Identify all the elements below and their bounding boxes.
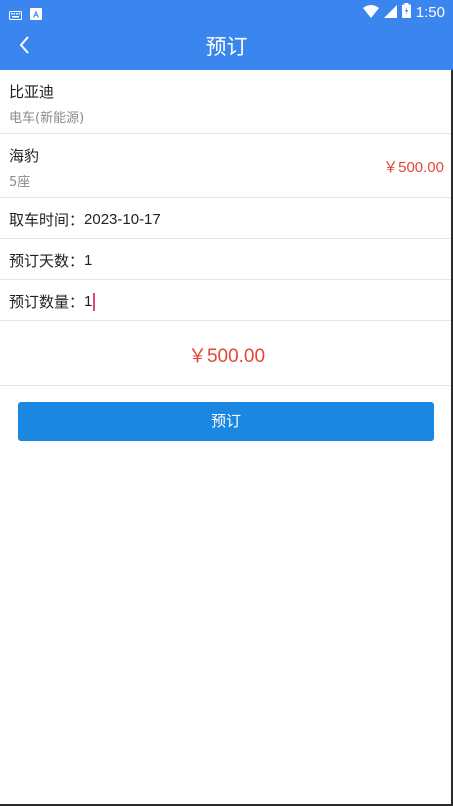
booking-form: 比亚迪 电车(新能源) 海豹 5座 ￥500.00 取车时间： 2023-10-… bbox=[0, 70, 453, 386]
car-category: 电车(新能源) bbox=[9, 111, 85, 126]
status-time: 1:50 bbox=[415, 4, 445, 21]
battery-icon bbox=[401, 3, 411, 22]
pickup-time-label: 取车时间： bbox=[9, 211, 85, 229]
book-button[interactable]: 预订 bbox=[18, 402, 434, 441]
booking-days-label: 预订天数： bbox=[9, 252, 85, 270]
booking-days-row[interactable]: 预订天数： 1 bbox=[0, 239, 453, 280]
pickup-time-value[interactable]: 2023-10-17 bbox=[84, 211, 161, 228]
booking-days-input[interactable]: 1 bbox=[84, 252, 92, 269]
booking-quantity-input[interactable]: 1 bbox=[84, 293, 92, 310]
notification-a-icon bbox=[30, 5, 42, 24]
page-title: 预订 bbox=[205, 35, 248, 59]
total-price: ￥500.00 bbox=[187, 346, 266, 367]
car-seats: 5座 bbox=[9, 175, 31, 190]
car-brand-row: 比亚迪 电车(新能源) bbox=[0, 70, 453, 134]
total-row: ￥500.00 bbox=[0, 321, 453, 386]
status-left-icons bbox=[9, 5, 42, 24]
booking-quantity-label: 预订数量： bbox=[9, 293, 85, 311]
car-brand: 比亚迪 bbox=[9, 83, 55, 101]
daily-price: ￥500.00 bbox=[383, 159, 444, 176]
app-bar: 预订 bbox=[0, 24, 453, 70]
car-model-name: 海豹 bbox=[9, 147, 40, 165]
car-model-row: 海豹 5座 ￥500.00 bbox=[0, 134, 453, 198]
status-bar: 1:50 bbox=[0, 0, 453, 24]
keyboard-icon bbox=[9, 5, 22, 24]
cell-signal-icon bbox=[383, 3, 397, 22]
pickup-time-row[interactable]: 取车时间： 2023-10-17 bbox=[0, 198, 453, 239]
booking-quantity-row[interactable]: 预订数量： 1 bbox=[0, 280, 453, 321]
text-cursor bbox=[93, 292, 96, 311]
wifi-icon bbox=[362, 3, 379, 22]
status-right-icons: 1:50 bbox=[362, 3, 445, 22]
